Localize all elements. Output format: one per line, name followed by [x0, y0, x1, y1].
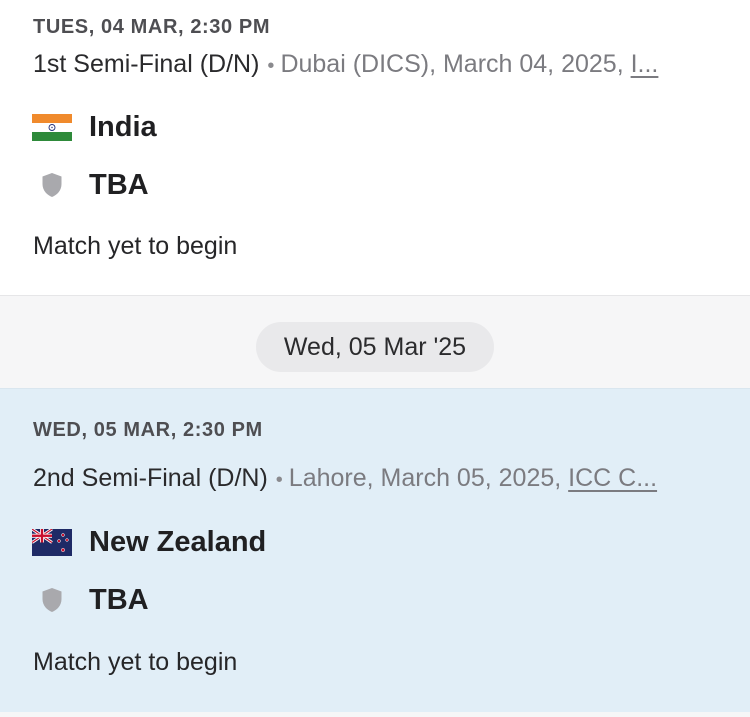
series-link[interactable]: I... [631, 50, 659, 78]
new-zealand-flag-icon [32, 528, 72, 556]
shield-icon [32, 170, 72, 200]
match-name: 2nd Semi-Final (D/N) [33, 464, 268, 492]
match-card-semi-final-1[interactable]: TUES, 04 MAR, 2:30 PM 1st Semi-Final (D/… [0, 0, 750, 296]
shield-icon [32, 585, 72, 615]
match-venue: Lahore, March 05, 2025, [288, 464, 562, 492]
team-row-tba: TBA [32, 165, 149, 205]
team-row-tba: TBA [32, 580, 149, 620]
match-venue: Dubai (DICS), March 04, 2025, [280, 50, 624, 78]
team-name: TBA [89, 168, 149, 201]
team-name: India [89, 110, 157, 143]
match-name: 1st Semi-Final (D/N) [33, 50, 260, 78]
match-status: Match yet to begin [33, 648, 238, 676]
india-flag-icon [32, 113, 72, 141]
match-status: Match yet to begin [33, 232, 238, 260]
team-row-new-zealand[interactable]: New Zealand [32, 522, 266, 562]
match-meta: 2nd Semi-Final (D/N) • Lahore, March 05, 2… [33, 462, 723, 496]
team-name: New Zealand [89, 525, 267, 558]
match-card-semi-final-2[interactable]: WED, 05 MAR, 2:30 PM 2nd Semi-Final (D/N… [0, 388, 750, 712]
match-meta: 1st Semi-Final (D/N) • Dubai (DICS), March… [33, 48, 723, 82]
separator-dot: • [267, 55, 275, 77]
team-row-india[interactable]: India [32, 107, 157, 147]
separator-dot: • [275, 469, 283, 491]
series-link[interactable]: ICC C... [568, 464, 657, 492]
team-name: TBA [89, 583, 149, 616]
match-time: WED, 05 MAR, 2:30 PM [33, 419, 263, 441]
date-separator-pill: Wed, 05 Mar '25 [256, 322, 494, 372]
match-time: TUES, 04 MAR, 2:30 PM [33, 16, 271, 38]
